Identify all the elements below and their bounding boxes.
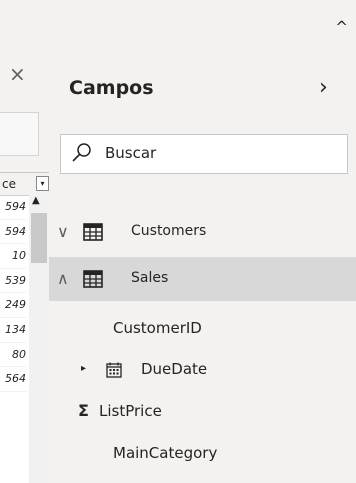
table-name: Customers: [131, 223, 207, 239]
search-icon: [72, 143, 91, 162]
field-name: DueDate: [141, 360, 208, 378]
field-name: ListPrice: [99, 402, 162, 420]
field-item-duedate[interactable]: ▸ DueDate: [49, 356, 356, 386]
sigma-icon: Σ: [78, 401, 89, 420]
fields-pane: Campos › Buscar ∨ Customers ∧ Sales Cust…: [49, 42, 356, 482]
table-cell[interactable]: 594: [0, 220, 27, 245]
data-table: ce ▾ 594 594 10 539 249 134 80 564 ▲: [0, 172, 49, 483]
table-cell[interactable]: 249: [0, 293, 27, 318]
column-header[interactable]: ce ▾: [0, 173, 49, 196]
table-cell[interactable]: 80: [0, 343, 27, 368]
close-icon[interactable]: ×: [9, 62, 26, 86]
calendar-icon: [106, 362, 122, 378]
table-cell[interactable]: 594: [0, 195, 27, 220]
scroll-thumb[interactable]: [31, 213, 47, 263]
table-item-sales[interactable]: ∧ Sales: [49, 257, 356, 301]
top-bar: ^: [0, 0, 356, 42]
fields-pane-title: Campos: [69, 77, 154, 99]
table-cell[interactable]: 539: [0, 269, 27, 294]
table-cell[interactable]: 10: [0, 244, 27, 269]
field-item-customerid[interactable]: CustomerID: [49, 315, 356, 345]
collapse-pane-button[interactable]: ^: [335, 18, 348, 36]
table-icon: [83, 223, 103, 241]
chevron-right-icon[interactable]: ›: [319, 75, 328, 100]
filter-dropdown-icon[interactable]: ▾: [36, 176, 49, 191]
field-item-listprice[interactable]: Σ ListPrice: [49, 398, 356, 428]
field-item-maincategory[interactable]: MainCategory: [49, 440, 356, 470]
field-name: MainCategory: [113, 444, 218, 462]
column-header-label: ce: [2, 177, 16, 191]
filter-card[interactable]: [0, 112, 39, 156]
search-input[interactable]: Buscar: [60, 134, 348, 174]
chevron-up-icon[interactable]: ∧: [57, 269, 69, 288]
table-name: Sales: [131, 270, 169, 286]
scroll-up-icon[interactable]: ▲: [32, 195, 40, 206]
table-cell[interactable]: 564: [0, 367, 27, 392]
table-icon: [83, 270, 103, 288]
search-placeholder: Buscar: [105, 144, 157, 162]
field-name: CustomerID: [113, 319, 202, 337]
table-rows: 594 594 10 539 249 134 80 564: [0, 195, 27, 392]
table-cell[interactable]: 134: [0, 318, 27, 343]
table-item-customers[interactable]: ∨ Customers: [49, 210, 356, 254]
chevron-down-icon[interactable]: ∨: [57, 222, 69, 241]
vertical-scrollbar[interactable]: ▲: [29, 195, 49, 483]
expand-caret-icon[interactable]: ▸: [81, 363, 86, 374]
